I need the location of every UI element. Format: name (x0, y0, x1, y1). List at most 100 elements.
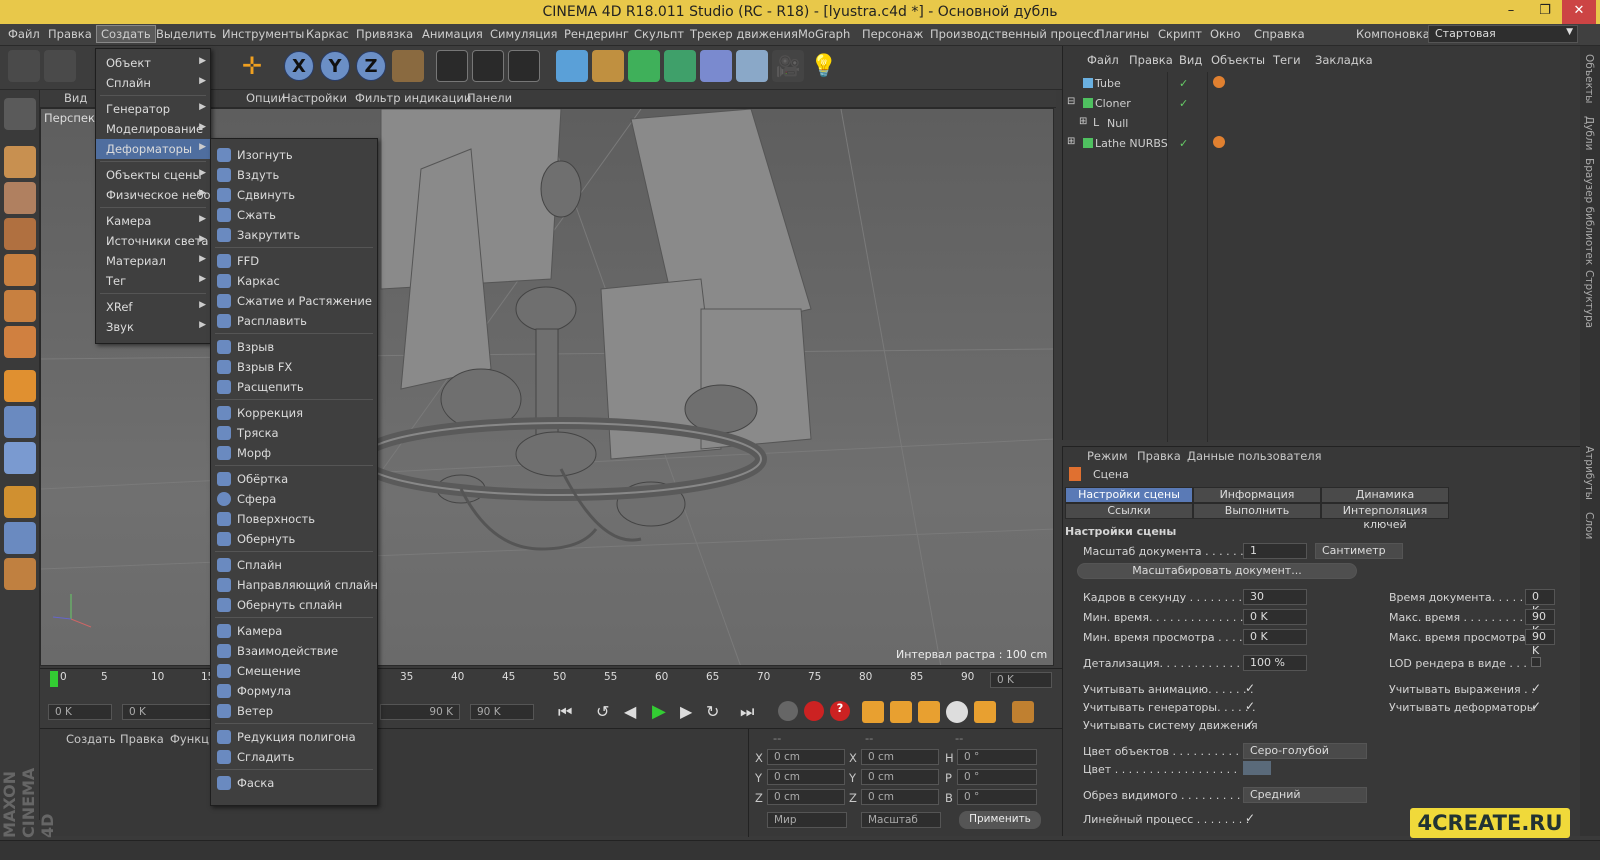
coord-rot-b[interactable]: 0 ° (957, 789, 1037, 805)
doc-scale-input[interactable]: 1 (1243, 543, 1307, 559)
menu-item-spline[interactable]: Сплайн ▶ (96, 73, 210, 93)
deformer-item-taper[interactable]: Сжать (211, 205, 377, 225)
playhead[interactable] (50, 671, 58, 687)
viewport-menu-filter[interactable]: Фильтр индикации (355, 91, 471, 105)
expand-icon[interactable]: ⊞ (1067, 136, 1075, 147)
deformer-item-mesh[interactable]: Каркас (211, 271, 377, 291)
menu-item-modeling[interactable]: Моделирование ▶ (96, 119, 210, 139)
use-animation-checkbox[interactable]: ✓ (1245, 681, 1255, 695)
tab-todo[interactable]: Выполнить (1193, 503, 1321, 519)
menu-file[interactable]: Файл (8, 27, 40, 41)
side-tab-takes[interactable]: Дубли (1583, 116, 1595, 150)
expand-icon[interactable]: ⊟ (1067, 96, 1075, 107)
tab-dynamics[interactable]: Динамика (1321, 487, 1449, 503)
deformer-item-wind[interactable]: Ветер (211, 701, 377, 721)
use-deformers-checkbox[interactable]: ✓ (1531, 699, 1541, 713)
menu-character[interactable]: Персонаж (862, 27, 923, 41)
menu-item-scene-objects[interactable]: Объекты сцены ▶ (96, 165, 210, 185)
deformer-item-jiggle[interactable]: Тряска (211, 423, 377, 443)
use-expressions-checkbox[interactable]: ✓ (1531, 681, 1541, 695)
deformer-item-formula[interactable]: Формула (211, 681, 377, 701)
tab-key-interpolation[interactable]: Интерполяция ключей (1321, 503, 1449, 531)
axis-mode-icon[interactable] (4, 370, 36, 402)
view-clipping-dropdown[interactable]: Средний (1243, 787, 1367, 803)
prev-frame-icon[interactable]: ◀ (624, 702, 636, 721)
tweak-mode-icon[interactable] (4, 406, 36, 438)
fps-input[interactable]: 30 (1243, 589, 1307, 605)
menu-plugins[interactable]: Плагины (1096, 27, 1149, 41)
material-menu-edit[interactable]: Правка (120, 732, 164, 746)
texture-mode-icon[interactable] (4, 182, 36, 214)
apply-button[interactable]: Применить (959, 811, 1041, 829)
side-tab-layers[interactable]: Слои (1583, 512, 1595, 539)
deformer-item-explosion[interactable]: Взрыв (211, 337, 377, 357)
planar-workplane-icon[interactable] (4, 558, 36, 590)
cloner-icon[interactable] (664, 50, 696, 82)
deformer-item-bulge[interactable]: Вздуть (211, 165, 377, 185)
record-icon[interactable] (804, 701, 824, 721)
viewport-menu-view[interactable]: Вид (64, 91, 87, 105)
color-swatch[interactable] (1243, 761, 1271, 775)
menu-render[interactable]: Рендеринг (564, 27, 629, 41)
model-mode-icon[interactable] (4, 146, 36, 178)
deformer-item-ffd[interactable]: FFD (211, 251, 377, 271)
coord-scale-dropdown[interactable]: Масштаб (861, 812, 941, 828)
workplane-icon[interactable] (4, 218, 36, 250)
goto-start-icon[interactable]: ⏮ (558, 702, 572, 722)
deformer-item-displacer[interactable]: Смещение (211, 661, 377, 681)
coord-rot-p[interactable]: 0 ° (957, 769, 1037, 785)
objects-menu-objects[interactable]: Объекты (1211, 53, 1265, 67)
undo-icon[interactable] (8, 50, 40, 82)
scale-document-button[interactable]: Масштабировать документ... (1077, 563, 1357, 579)
deformer-item-twist[interactable]: Закрутить (211, 225, 377, 245)
menu-item-tag[interactable]: Тег ▶ (96, 271, 210, 291)
goto-end-icon[interactable]: ⏭ (740, 702, 754, 722)
redo-icon[interactable] (44, 50, 76, 82)
make-editable-icon[interactable] (4, 98, 36, 130)
menu-help[interactable]: Справка (1254, 27, 1305, 41)
objects-menu-tags[interactable]: Теги (1273, 53, 1301, 67)
coord-rot-h[interactable]: 0 ° (957, 749, 1037, 765)
current-frame-field[interactable]: 0 K (990, 672, 1052, 688)
side-tab-objects[interactable]: Объекты (1583, 54, 1595, 103)
deformer-item-bend[interactable]: Изогнуть (211, 145, 377, 165)
coord-space-dropdown[interactable]: Мир (767, 812, 847, 828)
key-parameter-icon[interactable] (946, 701, 968, 723)
snap-icon[interactable] (4, 442, 36, 474)
render-picture-viewer-icon[interactable] (472, 50, 504, 82)
preview-end-field[interactable]: 90 K (380, 704, 460, 720)
deformer-item-morph[interactable]: Морф (211, 443, 377, 463)
menu-motion-tracker[interactable]: Трекер движения (690, 27, 798, 41)
x-axis-lock-icon[interactable]: X (284, 51, 314, 81)
object-row-cloner[interactable]: ⊟ Cloner ✓ (1063, 94, 1581, 114)
expand-icon[interactable]: ⊞ (1079, 116, 1087, 127)
floor-icon[interactable] (736, 50, 768, 82)
menu-item-physical-sky[interactable]: Физическое небо ▶ (96, 185, 211, 205)
coord-pos-y[interactable]: 0 cm (767, 769, 845, 785)
deformer-item-spherify[interactable]: Сфера (211, 489, 377, 509)
attr-menu-mode[interactable]: Режим (1087, 449, 1128, 463)
minimize-button[interactable]: – (1494, 0, 1528, 24)
menu-item-camera[interactable]: Камера ▶ (96, 211, 210, 231)
deformer-item-spline-wrap[interactable]: Обернуть сплайн (211, 595, 377, 615)
cube-icon[interactable] (556, 50, 588, 82)
end-frame-field[interactable]: 90 K (470, 704, 534, 720)
key-rotation-icon[interactable] (918, 701, 940, 723)
workplane-lock-icon[interactable] (4, 522, 36, 554)
use-generators-checkbox[interactable]: ✓ (1245, 699, 1255, 713)
deformer-item-polygon-reduction[interactable]: Редукция полигона (211, 727, 377, 747)
menu-item-generator[interactable]: Генератор ▶ (96, 99, 210, 119)
menu-pipeline[interactable]: Производственный процесс (930, 27, 1100, 41)
menu-item-deformers[interactable]: Деформаторы ▶ (96, 139, 210, 159)
move-icon[interactable]: ✛ (236, 50, 268, 82)
next-frame-icon[interactable]: ▶ (680, 702, 692, 721)
attr-menu-userdata[interactable]: Данные пользователя (1187, 449, 1322, 463)
render-view-icon[interactable] (436, 50, 468, 82)
maximize-button[interactable]: ❐ (1528, 0, 1562, 24)
menu-item-lights[interactable]: Источники света ▶ (96, 231, 210, 251)
linear-workflow-checkbox[interactable]: ✓ (1245, 811, 1255, 825)
polygons-mode-icon[interactable] (4, 326, 36, 358)
preview-min-input[interactable]: 0 K (1243, 629, 1307, 645)
visible-check-icon[interactable]: ✓ (1179, 137, 1188, 150)
menu-snap[interactable]: Привязка (356, 27, 413, 41)
